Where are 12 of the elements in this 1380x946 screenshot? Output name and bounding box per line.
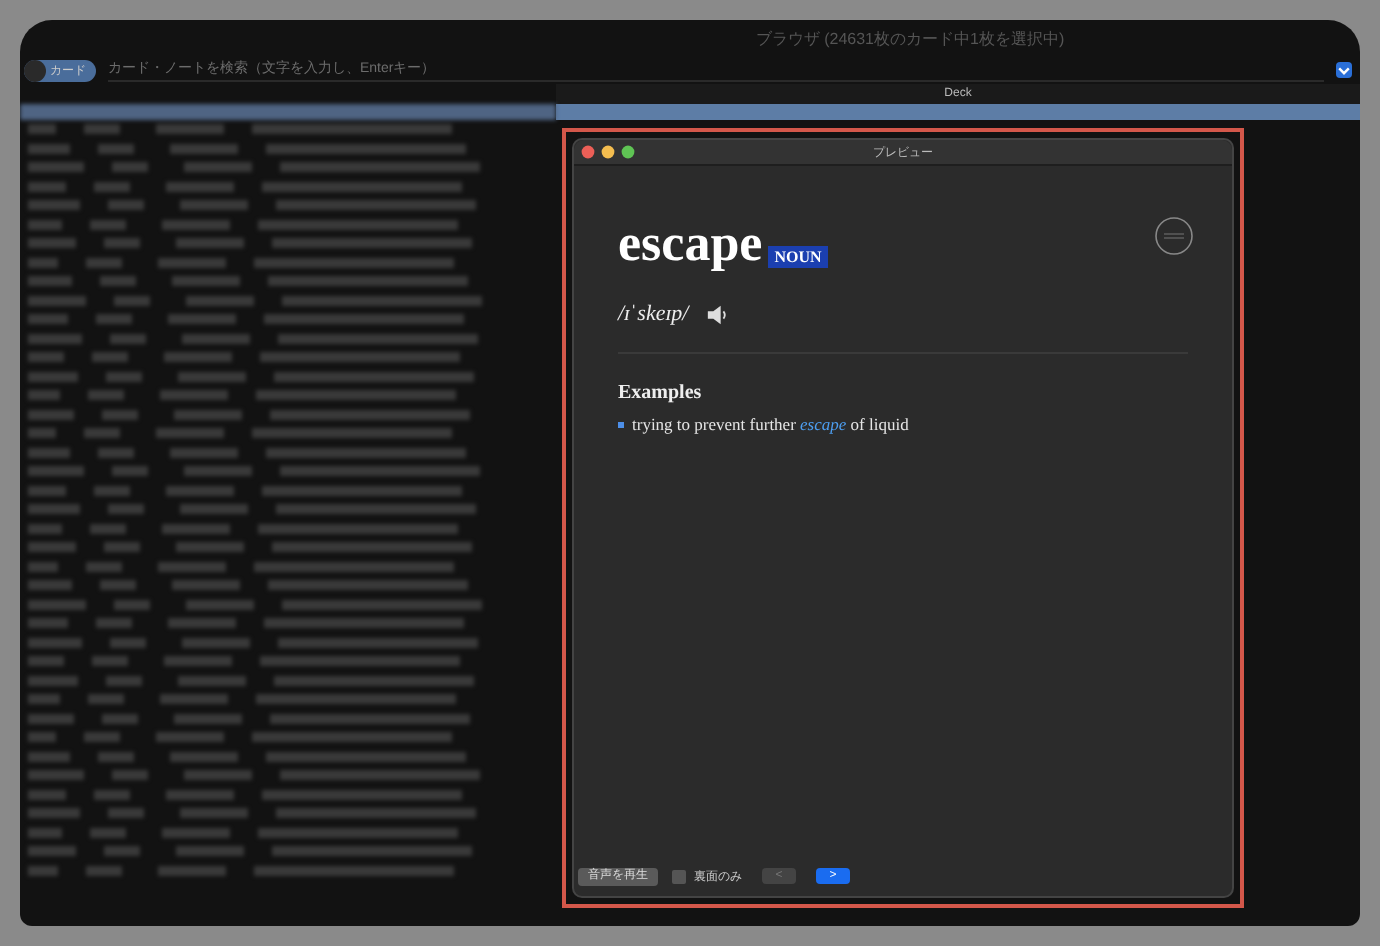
part-of-speech-tag: NOUN [768, 246, 828, 268]
bullet-icon [618, 421, 624, 427]
pronunciation: /ɪˈskeɪp/ [618, 302, 689, 326]
window-title: ブラウザ (24631枚のカード中1枚を選択中) [755, 27, 1065, 49]
window-controls-icon[interactable] [580, 144, 640, 160]
back-only-checkbox[interactable] [672, 869, 686, 883]
circular-logo-icon [1154, 216, 1194, 256]
example-sentence: trying to prevent further escape of liquid [632, 414, 909, 434]
headword: escape [618, 218, 763, 270]
speaker-icon[interactable] [706, 303, 729, 325]
section-heading: Examples [618, 382, 704, 404]
option-checkbox[interactable] [1336, 62, 1352, 78]
